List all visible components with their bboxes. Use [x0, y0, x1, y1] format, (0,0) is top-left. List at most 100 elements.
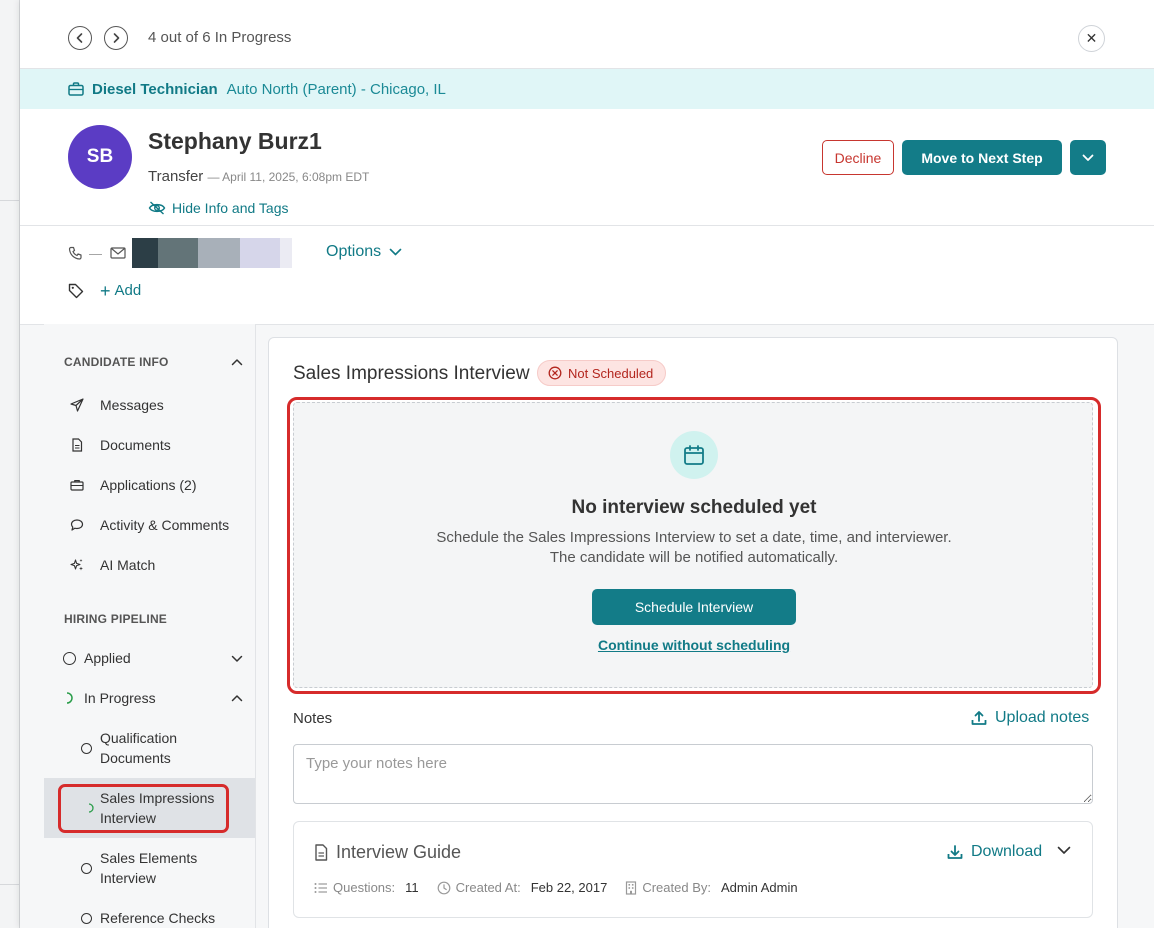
pipeline-stage-applied[interactable]: Applied — [44, 647, 255, 669]
circle-icon — [62, 651, 76, 665]
interview-title: Sales Impressions Interview — [293, 363, 530, 384]
plus-icon: + — [100, 280, 111, 301]
sidebar-item-ai-match[interactable]: AI Match — [44, 554, 255, 576]
sidebar-item-messages[interactable]: Messages — [44, 394, 255, 416]
pipeline-stage-label: Applied — [84, 650, 131, 666]
pipeline-step-label: Reference Checks — [100, 910, 216, 926]
pipeline-step-label: Sales Elements Interview — [100, 850, 198, 886]
guide-questions: Questions: 11 — [314, 880, 419, 895]
chevron-right-icon — [113, 33, 120, 43]
add-tag-button[interactable]: + Add — [100, 280, 142, 301]
candidate-sidebar: CANDIDATE INFO Messages Documents Applic… — [44, 324, 256, 928]
guide-created-at: Created At: Feb 22, 2017 — [437, 880, 608, 895]
building-icon — [626, 880, 637, 895]
status-badge: Not Scheduled — [537, 360, 667, 386]
candidate-date: — April 11, 2025, 6:08pm EDT — [207, 170, 370, 184]
interview-guide-card: Interview Guide Questions: 11 Created At… — [293, 821, 1093, 918]
briefcase-icon — [68, 82, 84, 96]
hide-info-toggle[interactable]: Hide Info and Tags — [148, 200, 289, 216]
candidate-drawer: 4 out of 6 In Progress ✕ Diesel Technici… — [20, 0, 1154, 928]
job-banner: Diesel Technician Auto North (Parent) - … — [20, 69, 1154, 109]
add-tag-label: Add — [114, 282, 142, 299]
download-label: Download — [971, 843, 1043, 860]
chevron-up-icon[interactable] — [231, 358, 243, 366]
header-divider — [20, 225, 1154, 226]
more-actions-dropdown-button[interactable] — [1070, 140, 1106, 175]
options-dropdown[interactable]: Options — [326, 243, 402, 261]
previous-candidate-button[interactable] — [68, 26, 92, 50]
guide-created-at-value: Feb 22, 2017 — [530, 880, 608, 895]
sidebar-item-label: Applications (2) — [100, 477, 197, 493]
pipeline-step-reference-checks[interactable]: Reference Checks — [44, 908, 255, 928]
avatar-initials: SB — [86, 146, 114, 167]
circle-icon — [79, 911, 93, 925]
chevron-down-icon — [389, 248, 402, 256]
guide-created-at-label: Created At: — [455, 880, 521, 895]
sparkle-icon — [70, 558, 84, 572]
sidebar-item-activity-comments[interactable]: Activity & Comments — [44, 514, 255, 536]
list-icon — [314, 882, 327, 893]
in-progress-icon — [62, 691, 76, 705]
backdrop-page — [0, 0, 20, 928]
interview-guide-title: Interview Guide — [336, 842, 462, 862]
pipeline-step-sales-elements-interview[interactable]: Sales Elements Interview — [44, 848, 255, 888]
job-location: Auto North (Parent) - Chicago, IL — [226, 80, 446, 98]
paper-plane-icon — [70, 398, 84, 412]
close-icon: ✕ — [1085, 30, 1098, 46]
tag-icon — [68, 283, 84, 298]
sidebar-item-label: Messages — [100, 397, 164, 413]
interview-guide-meta: Questions: 11 Created At: Feb 22, 2017 C… — [314, 880, 816, 895]
decline-button[interactable]: Decline — [822, 140, 894, 175]
upload-icon — [971, 711, 987, 725]
chevron-down-icon — [231, 655, 243, 662]
hiring-pipeline-heading: HIRING PIPELINE — [64, 612, 168, 626]
highlight-annotation-box — [287, 397, 1101, 694]
x-circle-icon — [548, 366, 562, 380]
clock-icon — [437, 881, 451, 894]
avatar: SB — [68, 125, 132, 189]
guide-created-by: Created By: Admin Admin — [625, 880, 798, 895]
chevron-left-icon — [76, 33, 83, 43]
briefcase-icon — [70, 478, 84, 492]
redacted-email — [132, 238, 292, 268]
interview-card: Sales Impressions Interview Not Schedule… — [268, 337, 1118, 928]
next-candidate-button[interactable] — [104, 26, 128, 50]
sidebar-item-documents[interactable]: Documents — [44, 434, 255, 456]
drawer-top-bar: 4 out of 6 In Progress ✕ — [20, 0, 1154, 69]
sidebar-item-applications[interactable]: Applications (2) — [44, 474, 255, 496]
interview-guide-header: Interview Guide — [314, 842, 461, 863]
download-guide-button[interactable]: Download — [947, 843, 1042, 861]
phone-value: — — [89, 245, 102, 261]
status-badge-label: Not Scheduled — [568, 365, 654, 381]
upload-notes-label: Upload notes — [995, 709, 1090, 726]
close-drawer-button[interactable]: ✕ — [1078, 25, 1105, 52]
sidebar-item-label: Activity & Comments — [100, 517, 230, 533]
pipeline-stage-label: In Progress — [84, 690, 156, 706]
contact-row: — — [68, 238, 292, 268]
phone-icon — [68, 246, 82, 260]
upload-notes-button[interactable]: Upload notes — [971, 709, 1089, 727]
circle-icon — [79, 741, 93, 755]
circle-icon — [79, 861, 93, 875]
pipeline-step-qualification-documents[interactable]: Qualification Documents — [44, 728, 255, 768]
document-icon — [315, 844, 328, 861]
download-icon — [947, 845, 963, 859]
job-title-link[interactable]: Diesel Technician — [92, 81, 218, 98]
guide-created-by-value: Admin Admin — [720, 880, 798, 895]
notes-textarea[interactable] — [293, 744, 1093, 804]
pipeline-step-label: Qualification Documents — [100, 730, 178, 766]
backdrop-divider — [0, 200, 20, 201]
guide-questions-label: Questions: — [333, 880, 396, 895]
sidebar-item-label: AI Match — [100, 557, 156, 573]
backdrop-divider — [0, 884, 20, 885]
options-label: Options — [326, 243, 382, 260]
candidate-counter: 4 out of 6 In Progress — [148, 29, 292, 46]
mail-icon — [110, 247, 126, 259]
chevron-down-icon[interactable] — [1057, 846, 1071, 855]
pipeline-stage-in-progress[interactable]: In Progress — [44, 687, 255, 709]
tags-row: + Add — [68, 280, 142, 301]
move-to-next-step-button[interactable]: Move to Next Step — [902, 140, 1062, 175]
highlight-annotation-box — [58, 784, 229, 833]
chat-bubble-icon — [70, 518, 84, 532]
candidate-source: Transfer — [148, 168, 204, 185]
